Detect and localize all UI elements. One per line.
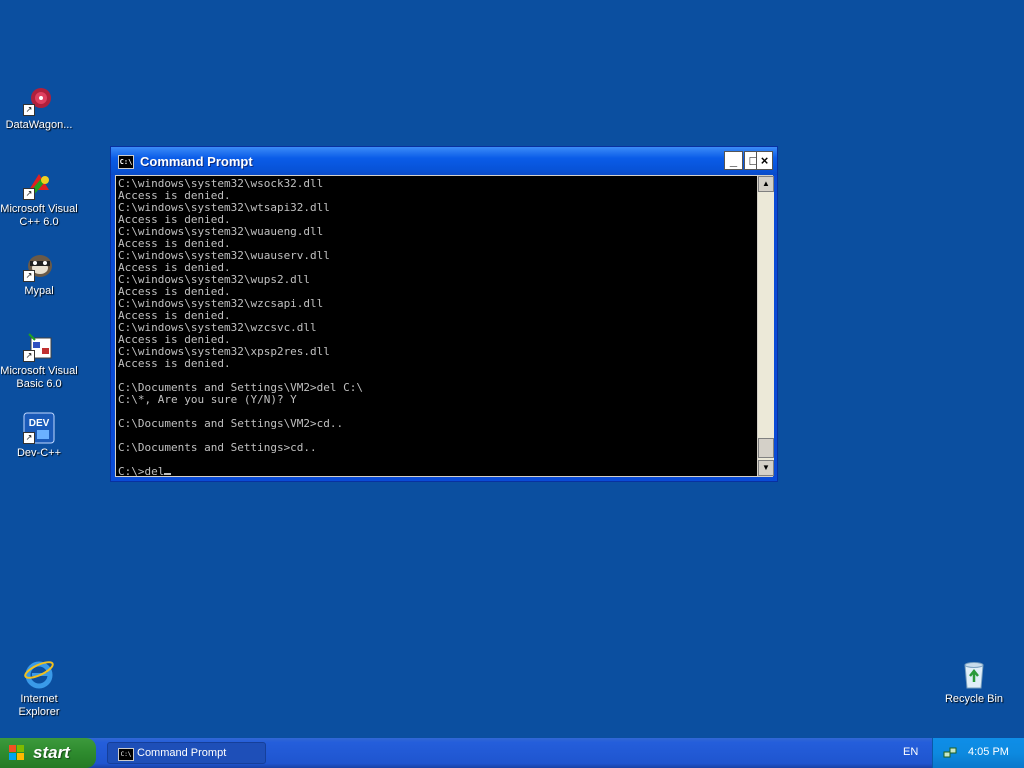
- taskbar: start C:\ Command Prompt EN 4:05 PM: [0, 738, 1024, 768]
- network-icon[interactable]: [943, 746, 957, 760]
- system-tray: 4:05 PM: [932, 738, 1024, 768]
- visual-cpp-icon: ↗: [23, 168, 55, 200]
- shortcut-arrow-icon: ↗: [23, 350, 35, 362]
- visual-basic-icon: ↗: [23, 330, 55, 362]
- desktop-icon-label: Internet Explorer: [18, 693, 60, 718]
- desktop-icon-datawagon[interactable]: ↗ DataWagon...: [0, 84, 78, 132]
- console-line: C:\Documents and Settings>cd..: [118, 441, 317, 454]
- internet-explorer-icon: [23, 658, 55, 690]
- shortcut-arrow-icon: ↗: [23, 104, 35, 116]
- command-prompt-window[interactable]: C:\ Command Prompt _ □ × C:\windows\syst…: [110, 146, 778, 482]
- desktop-icon-label: DataWagon...: [5, 119, 73, 131]
- shortcut-arrow-icon: ↗: [23, 270, 35, 282]
- desktop-icon-label: Dev-C++: [16, 447, 62, 459]
- command-prompt-icon[interactable]: C:\: [118, 155, 134, 169]
- console-output[interactable]: C:\windows\system32\wsock32.dll Access is…: [116, 176, 757, 476]
- language-indicator[interactable]: EN: [903, 746, 918, 758]
- windows-flag-icon: [9, 745, 25, 761]
- window-title: Command Prompt: [140, 154, 253, 169]
- shortcut-arrow-icon: ↗: [23, 432, 35, 444]
- start-label: start: [33, 743, 70, 762]
- desktop-icon-label: Microsoft Visual Basic 6.0: [0, 365, 78, 390]
- console-line: C:\*, Are you sure (Y/N)? Y: [118, 393, 297, 406]
- console-prompt-text: C:\>del: [118, 465, 165, 477]
- console-line: Access is denied.: [118, 357, 231, 370]
- minimize-button[interactable]: _: [724, 151, 743, 170]
- mypal-icon: ↗: [23, 250, 55, 282]
- dev-badge-text: DEV: [29, 418, 50, 429]
- window-client-area: C:\windows\system32\wsock32.dll Access is…: [115, 175, 774, 477]
- clock[interactable]: 4:05 PM: [968, 746, 1009, 758]
- desktop-icon-recycle-bin[interactable]: Recycle Bin: [935, 658, 1013, 706]
- console-prompt-line[interactable]: C:\>del: [118, 466, 757, 476]
- command-prompt-icon: C:\: [118, 748, 134, 761]
- scrollbar-thumb[interactable]: [758, 438, 774, 458]
- desktop-icon-label: Microsoft Visual C++ 6.0: [0, 203, 78, 228]
- desktop-icon-internet-explorer[interactable]: Internet Explorer: [0, 658, 78, 719]
- start-button[interactable]: start: [0, 738, 96, 768]
- recycle-bin-icon: [958, 658, 990, 690]
- dev-cpp-icon: DEV ↗: [23, 412, 55, 444]
- desktop-icon-mypal[interactable]: ↗ Mypal: [0, 250, 78, 298]
- taskbar-button-label: Command Prompt: [137, 747, 227, 759]
- shortcut-arrow-icon: ↗: [23, 188, 35, 200]
- window-titlebar[interactable]: C:\ Command Prompt _ □ ×: [111, 147, 777, 175]
- console-line: C:\Documents and Settings\VM2>cd..: [118, 417, 344, 430]
- close-button[interactable]: ×: [756, 151, 773, 170]
- vertical-scrollbar[interactable]: ▲ ▼: [758, 176, 774, 476]
- scroll-down-button[interactable]: ▼: [758, 460, 774, 476]
- desktop-icon-dev-cpp[interactable]: DEV ↗ Dev-C++: [0, 412, 78, 460]
- scroll-up-button[interactable]: ▲: [758, 176, 774, 192]
- desktop-icon-label: Recycle Bin: [944, 693, 1004, 705]
- datawagon-icon: ↗: [23, 84, 55, 116]
- desktop-icon-visual-basic[interactable]: ↗ Microsoft Visual Basic 6.0: [0, 330, 78, 391]
- taskbar-button-command-prompt[interactable]: C:\ Command Prompt: [107, 742, 266, 764]
- text-cursor: [164, 473, 172, 475]
- desktop-icon-label: Mypal: [24, 285, 54, 297]
- desktop-icon-visual-cpp[interactable]: ↗ Microsoft Visual C++ 6.0: [0, 168, 78, 229]
